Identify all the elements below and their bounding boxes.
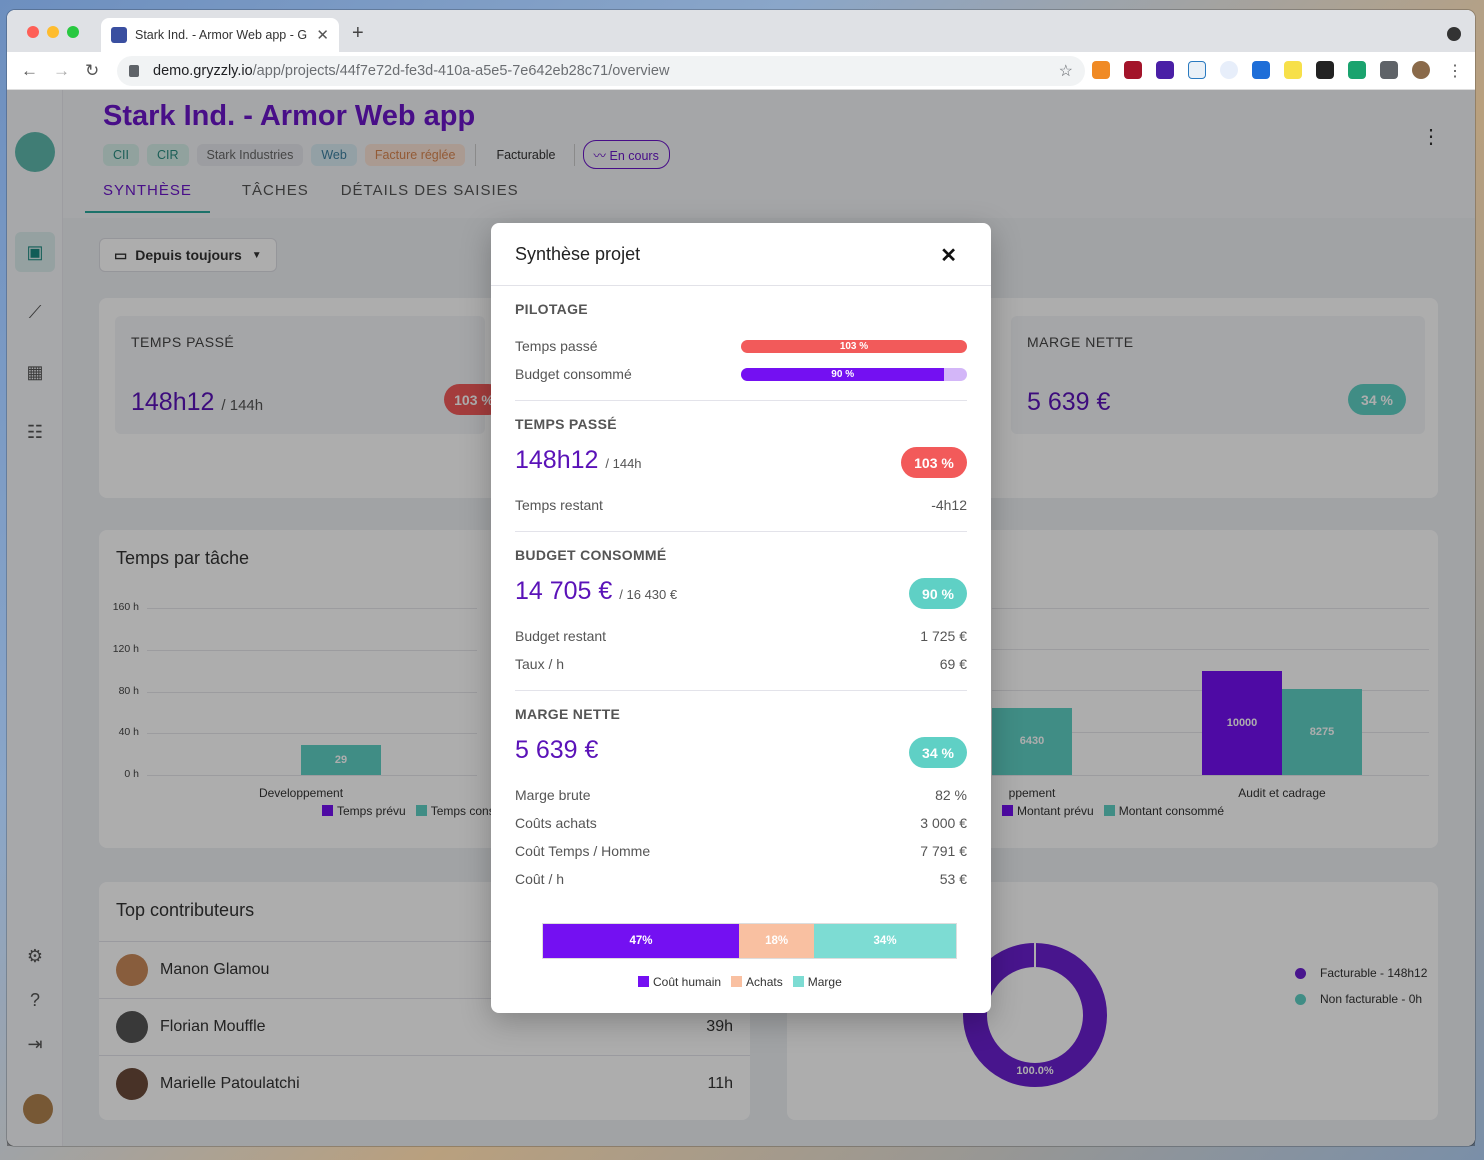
pilotage-temps-fill: 103 % [741,340,967,353]
budget-total: / 16 430 € [619,587,678,602]
budget-restant-label: Budget restant [515,628,607,644]
pilotage-temps-bar: 103 % [741,340,967,353]
lock-icon [129,65,139,77]
tab-search-icon[interactable] [1447,27,1461,41]
segment-marge: 34% [814,924,956,958]
extension-hubspot-icon[interactable] [1092,61,1110,79]
extension-y-icon[interactable] [1252,61,1270,79]
bookmark-star-icon[interactable]: ☆ [1059,61,1073,81]
minimize-window-button[interactable] [47,26,59,38]
segment-cout-humain: 47% [543,924,740,958]
reload-icon[interactable]: ↻ [85,61,99,81]
marge-brute-value: 82 % [935,787,967,803]
cost-breakdown-bar: 47% 18% 34% [542,923,957,959]
tab-title: Stark Ind. - Armor Web app - G [135,28,308,42]
pilotage-budget-label: Budget consommé [515,366,632,382]
close-icon[interactable]: ✕ [940,243,957,268]
cout-heure-value: 53 € [939,871,967,887]
couts-achats-value: 3 000 € [920,815,967,831]
budget-taux-label: Taux / h [515,656,565,672]
close-window-button[interactable] [27,26,39,38]
marge-value: 5 639 € [515,736,599,764]
forward-icon[interactable]: → [53,61,70,81]
budget-taux-row: Taux / h 69 € [515,656,967,672]
segment-achats: 18% [739,924,815,958]
marge-row: Coût Temps / Homme 7 791 € [515,843,967,859]
extension-n-icon[interactable] [1188,61,1206,79]
cost-breakdown-legend: Coût humain Achats Marge [638,975,842,989]
temps-heading: TEMPS PASSÉ [515,416,617,432]
legend-marge: Marge [792,975,842,989]
temps-restant-label: Temps restant [515,497,603,513]
pilotage-heading: PILOTAGE [515,301,588,317]
marge-heading: MARGE NETTE [515,706,621,722]
section-temps: TEMPS PASSÉ 148h12 / 144h 103 % Temps re… [515,416,967,513]
temps-pct-badge: 103 % [901,447,967,478]
pilotage-budget-fill: 90 % [741,368,945,381]
tab-bar: Stark Ind. - Armor Web app - G ✕ + [7,10,1475,52]
section-marge: MARGE NETTE 5 639 € 34 % Marge brute 82 %… [515,706,967,887]
url-host: demo.gryzzly.io [153,63,253,79]
budget-number: 14 705 € [515,577,613,605]
divider [515,400,967,401]
marge-brute-label: Marge brute [515,787,591,803]
close-tab-icon[interactable]: ✕ [316,26,329,44]
zoom-window-button[interactable] [67,26,79,38]
section-pilotage: PILOTAGE Temps passé 103 % Budget consom… [515,301,967,382]
extension-bulb-icon[interactable] [1284,61,1302,79]
temps-total: / 144h [605,456,642,471]
extension-ublock-icon[interactable] [1124,61,1142,79]
legend-cout-humain: Coût humain [638,975,721,989]
extension-1password-icon[interactable] [1220,61,1238,79]
budget-taux-value: 69 € [939,656,967,672]
url-field[interactable]: demo.gryzzly.io/app/projects/44f7e72d-fe… [117,56,1085,86]
browser-tab[interactable]: Stark Ind. - Armor Web app - G ✕ [101,18,339,52]
address-bar-row: ← → ↻ demo.gryzzly.io/app/projects/44f7e… [7,52,1475,90]
profile-avatar-icon[interactable] [1412,61,1430,79]
temps-restant-value: -4h12 [931,497,967,513]
budget-restant-row: Budget restant 1 725 € [515,628,967,644]
divider [515,531,967,532]
extensions-puzzle-icon[interactable] [1380,61,1398,79]
divider [515,690,967,691]
new-tab-icon[interactable]: + [352,22,364,45]
extension-arrow-icon[interactable] [1348,61,1366,79]
temps-restant-row: Temps restant -4h12 [515,497,967,513]
budget-value: 14 705 € / 16 430 € [515,577,677,606]
marge-row: Coût / h 53 € [515,871,967,887]
temps-value: 148h12 / 144h [515,446,642,475]
cout-temps-homme-label: Coût Temps / Homme [515,843,651,859]
couts-achats-label: Coûts achats [515,815,597,831]
synthese-modal: Synthèse projet ✕ PILOTAGE Temps passé 1… [491,223,991,1013]
extension-graduation-icon[interactable] [1156,61,1174,79]
legend-achats: Achats [731,975,783,989]
budget-restant-value: 1 725 € [920,628,967,644]
temps-number: 148h12 [515,446,599,474]
marge-pct-badge: 34 % [909,737,967,768]
pilotage-temps-label: Temps passé [515,338,598,354]
cout-temps-homme-value: 7 791 € [920,843,967,859]
favicon-icon [111,27,127,43]
marge-row: Coûts achats 3 000 € [515,815,967,831]
cout-heure-label: Coût / h [515,871,565,887]
extension-box-icon[interactable] [1316,61,1334,79]
marge-row: Marge brute 82 % [515,787,967,803]
browser-menu-icon[interactable]: ⋮ [1447,61,1463,81]
section-budget: BUDGET CONSOMMÉ 14 705 € / 16 430 € 90 %… [515,547,967,672]
back-icon[interactable]: ← [21,61,38,81]
url-path: /app/projects/44f7e72d-fe3d-410a-a5e5-7e… [252,63,670,79]
pilotage-budget-bar: 90 % [741,368,967,381]
modal-title: Synthèse projet [491,223,991,286]
budget-pct-badge: 90 % [909,578,967,609]
budget-heading: BUDGET CONSOMMÉ [515,547,667,563]
